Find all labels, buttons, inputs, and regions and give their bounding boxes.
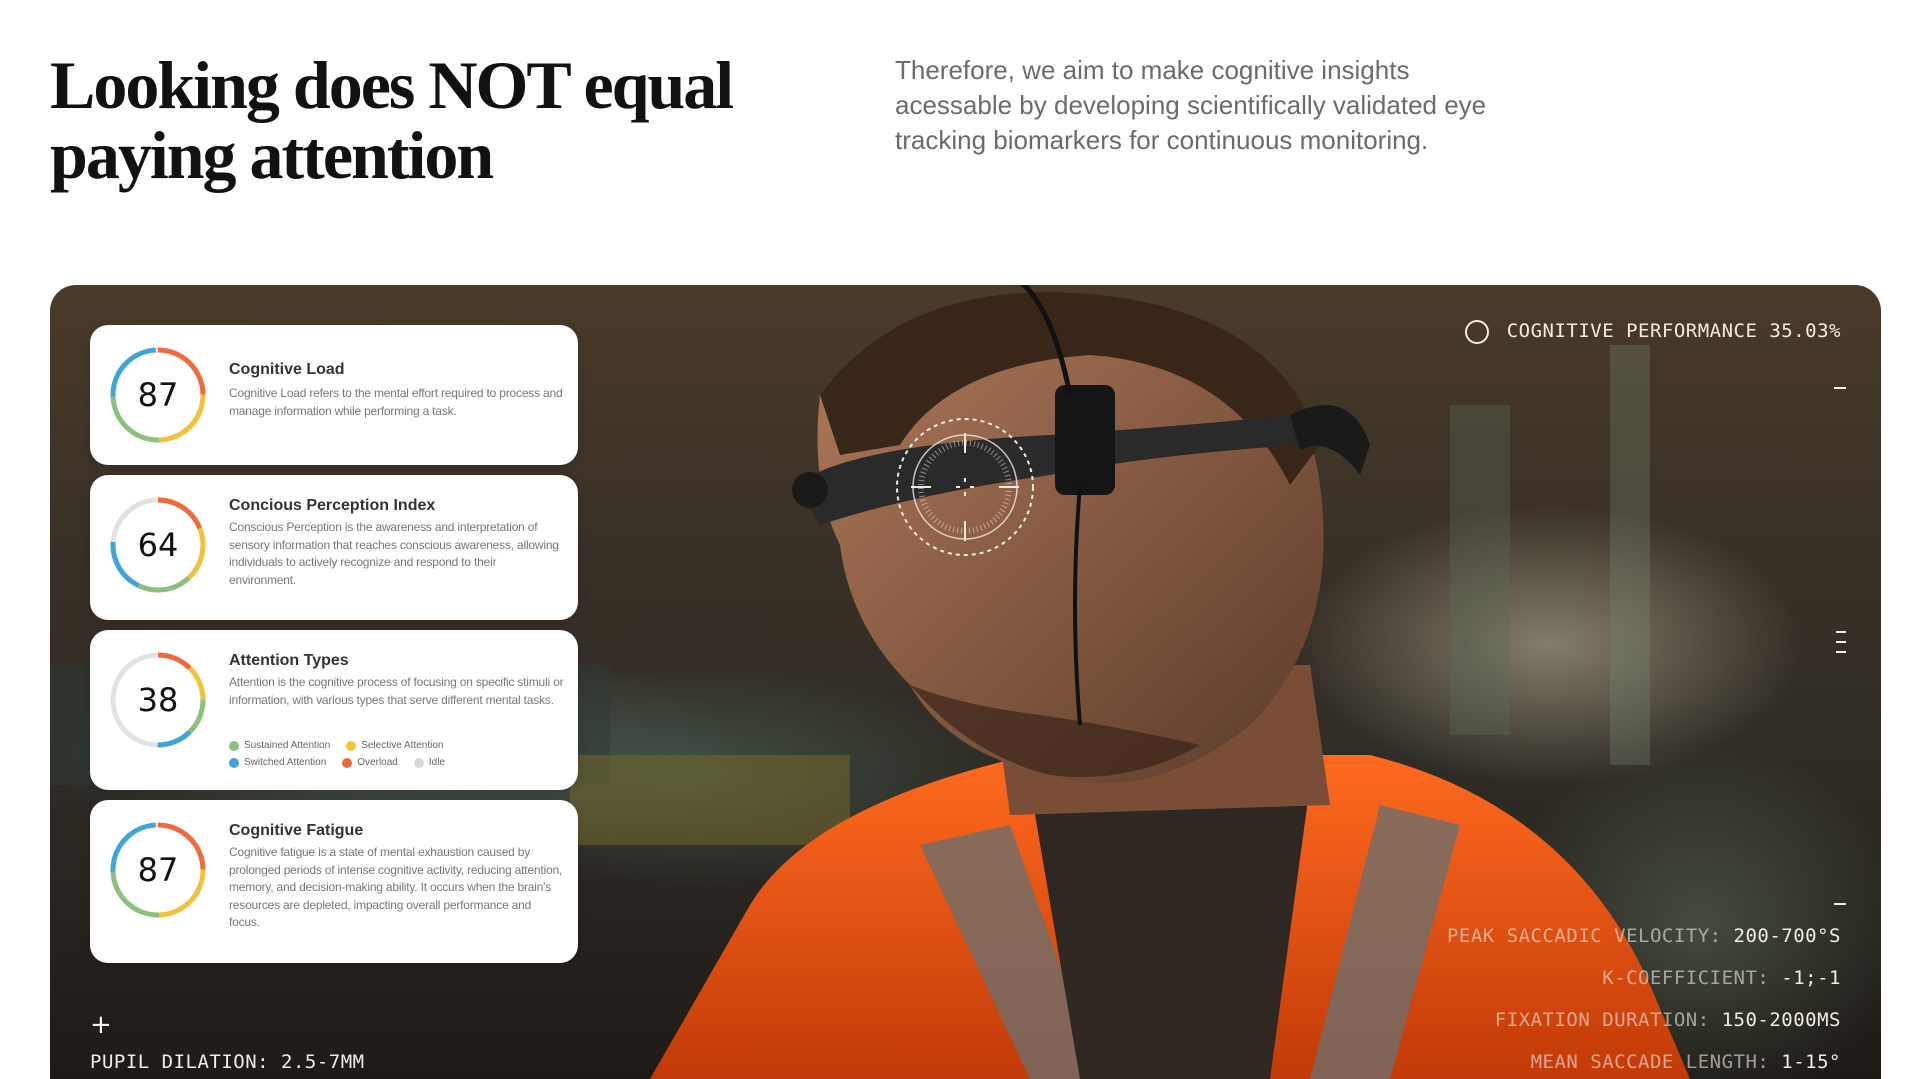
intro-text: Therefore, we aim to make cognitive insi… — [895, 55, 1487, 155]
fatigue-gauge: 87 — [108, 820, 208, 920]
legend-item: Idle — [413, 757, 445, 768]
attention-legend: Sustained Attention Selective Attention … — [229, 740, 569, 774]
cognitive-load-title: Cognitive Load — [229, 361, 345, 378]
cognitive-load-value: 87 — [137, 376, 179, 414]
fatigue-description: Cognitive fatigue is a state of mental e… — [229, 845, 563, 929]
legend-item: Switched Attention — [229, 757, 326, 768]
page-title-line-2: paying attention — [50, 117, 494, 193]
perception-description: Conscious Perception is the awareness an… — [229, 520, 559, 587]
scale-tick-icon — [1836, 641, 1846, 643]
metric-label: PEAK SACCADIC VELOCITY: — [1446, 925, 1722, 947]
metric-label: MEAN SACCADE LENGTH: — [1530, 1051, 1770, 1073]
card-cognitive-load: 87 Cognitive Load Cognitive Load refers … — [90, 325, 578, 465]
legend-label: Idle — [428, 757, 445, 768]
cognitive-load-description: Cognitive Load refers to the mental effo… — [229, 386, 563, 418]
attention-title: Attention Types — [229, 652, 349, 669]
fatigue-value: 87 — [137, 851, 179, 889]
metric-k-coefficient: K-COEFFICIENT: -1;-1 — [1602, 967, 1841, 989]
perception-gauge: 64 — [108, 495, 208, 595]
metric-fixation-duration: FIXATION DURATION: 150-2000MS — [1495, 1009, 1841, 1031]
legend-item: Overload — [342, 757, 398, 768]
scale-tick-icon — [1836, 631, 1846, 633]
metric-label: K-COEFFICIENT: — [1602, 967, 1770, 989]
scale-tick-icon — [1836, 651, 1846, 653]
metric-value: 200-700°S — [1733, 925, 1841, 947]
metric-peak-saccadic-velocity: PEAK SACCADIC VELOCITY: 200-700°S — [1447, 925, 1841, 947]
fatigue-title: Cognitive Fatigue — [229, 822, 364, 839]
pupil-dilation-readout: PUPIL DILATION: 2.5-7MM — [90, 1051, 365, 1073]
cognitive-performance-readout: COGNITIVE PERFORMANCE 35.03% — [1506, 320, 1841, 342]
legend-dot-icon — [229, 757, 239, 768]
legend-item: Selective Attention — [346, 740, 443, 751]
legend-dot-icon — [413, 757, 424, 768]
metric-mean-saccade-length: MEAN SACCADE LENGTH: 1-15° — [1531, 1051, 1841, 1073]
attention-value: 38 — [137, 681, 179, 719]
legend-item: Sustained Attention — [229, 740, 330, 751]
attention-gauge: 38 — [108, 650, 208, 750]
metric-value: 1-15° — [1781, 1051, 1841, 1073]
metric-value: -1;-1 — [1781, 967, 1841, 989]
page-title-line-1: Looking does NOT equal — [50, 47, 734, 123]
perception-value: 64 — [137, 526, 179, 564]
legend-label: Selective Attention — [361, 740, 444, 751]
legend-dot-icon — [346, 740, 357, 751]
scale-tick-icon — [1834, 903, 1846, 905]
metric-label: FIXATION DURATION: — [1494, 1009, 1710, 1031]
metric-value: 150-2000MS — [1721, 1009, 1841, 1031]
legend-label: Switched Attention — [244, 757, 327, 768]
plus-icon: + — [90, 1010, 112, 1040]
scale-tick-icon — [1834, 387, 1846, 389]
legend-label: Sustained Attention — [244, 740, 331, 751]
cognitive-load-gauge: 87 — [108, 345, 208, 445]
page-title: Looking does NOT equal paying attention — [50, 50, 770, 190]
attention-description: Attention is the cognitive process of fo… — [229, 675, 564, 707]
legend-label: Overload — [357, 757, 398, 768]
performance-circle-icon — [1465, 320, 1489, 344]
perception-title: Concious Perception Index — [229, 497, 436, 514]
card-attention-types: 38 Attention Types Attention is the cogn… — [90, 630, 578, 790]
legend-dot-icon — [229, 740, 239, 751]
legend-dot-icon — [342, 757, 353, 768]
card-concious-perception: 64 Concious Perception Index Conscious P… — [90, 475, 578, 620]
hero-image-panel: 87 Cognitive Load Cognitive Load refers … — [50, 285, 1881, 1079]
card-cognitive-fatigue: 87 Cognitive Fatigue Cognitive fatigue i… — [90, 800, 578, 963]
